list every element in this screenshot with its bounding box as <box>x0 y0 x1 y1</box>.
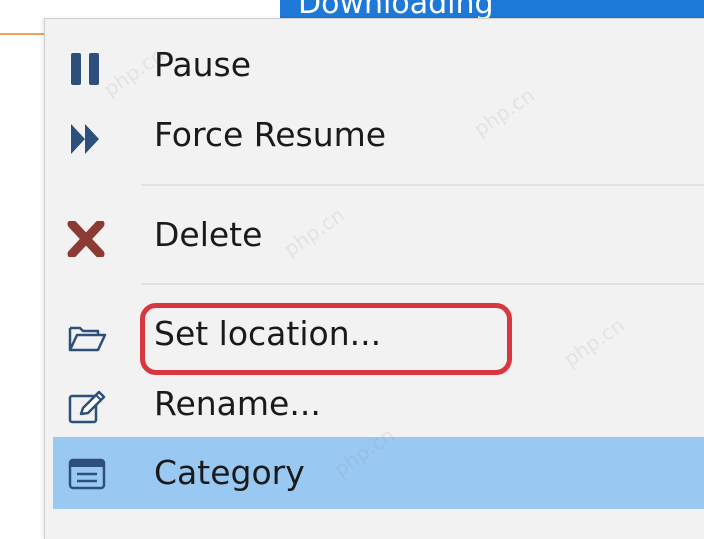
menu-item-label: Category <box>154 453 305 492</box>
menu-item-label: Force Resume <box>154 115 387 154</box>
folder-icon <box>67 320 107 356</box>
background-divider <box>0 33 44 35</box>
context-menu: Pause Force Resume Delete Set location..… <box>44 18 704 539</box>
highlight-annotation <box>140 303 512 375</box>
category-icon <box>67 457 107 493</box>
menu-separator <box>141 184 704 186</box>
menu-item-label: Delete <box>154 215 263 254</box>
menu-item-delete[interactable]: Delete <box>53 205 704 269</box>
rename-icon <box>67 390 107 426</box>
menu-separator <box>141 283 704 285</box>
menu-item-label: Pause <box>154 45 252 84</box>
background-window <box>0 0 44 518</box>
menu-item-force-resume[interactable]: Force Resume <box>53 105 704 169</box>
menu-item-label: Rename... <box>154 384 321 423</box>
delete-icon <box>67 219 107 259</box>
force-resume-icon <box>67 121 107 157</box>
